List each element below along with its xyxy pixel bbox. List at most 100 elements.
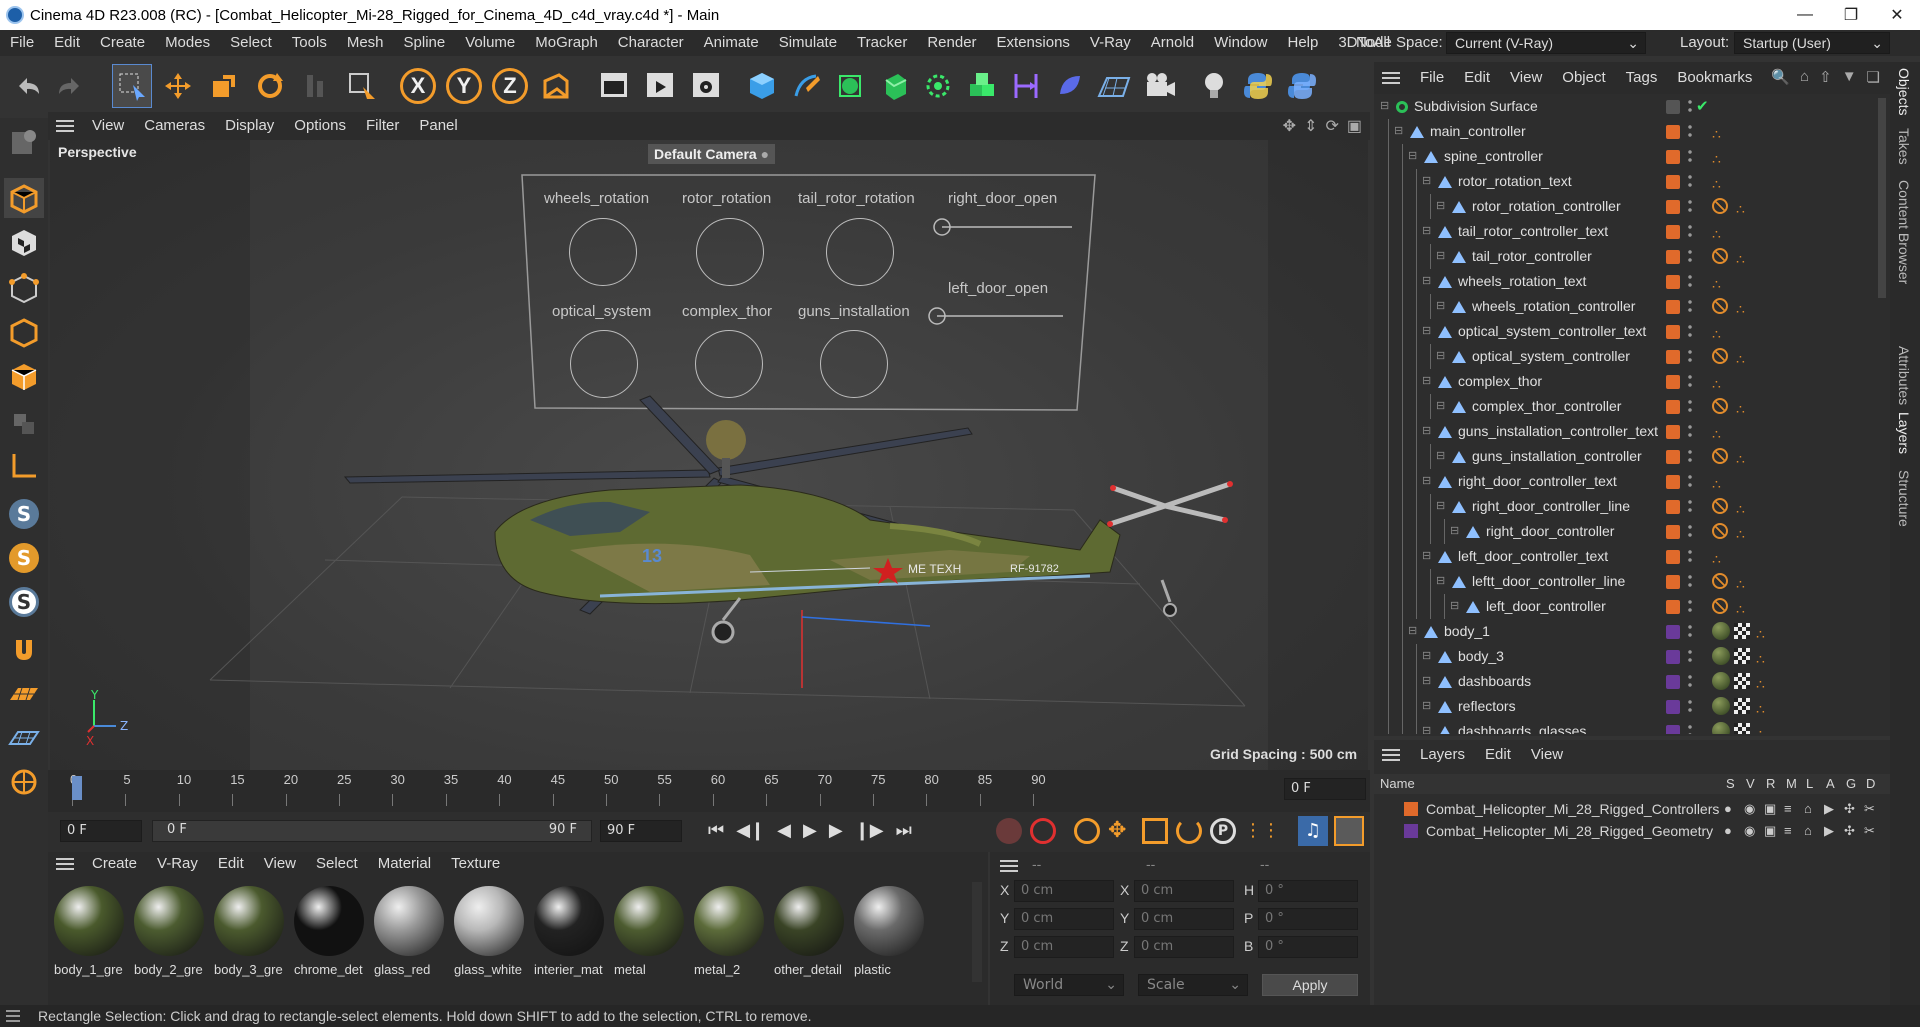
pen-spline-icon[interactable]: [786, 64, 826, 108]
make-editable-icon[interactable]: [4, 122, 44, 162]
object-row[interactable]: ⊟ rotor_rotation_controller ∴: [1374, 194, 1874, 219]
layer-color-swatch[interactable]: [1666, 375, 1680, 389]
render-icon[interactable]: ▣: [1764, 798, 1776, 820]
protection-tag-icon[interactable]: [1712, 198, 1728, 214]
expand-toggle-icon[interactable]: ⊟: [1450, 519, 1459, 544]
layer-menu-edit[interactable]: Edit: [1475, 740, 1521, 770]
transform-disabled-icon[interactable]: [296, 64, 336, 108]
viewport-menu-view[interactable]: View: [82, 112, 134, 140]
visibility-dots-icon[interactable]: [1688, 548, 1692, 564]
visibility-dots-icon[interactable]: [1688, 123, 1692, 139]
expand-toggle-icon[interactable]: ⊟: [1422, 269, 1431, 294]
material-swatch[interactable]: glass_white: [454, 884, 526, 980]
menu-modes[interactable]: Modes: [155, 30, 220, 56]
object-scrollbar[interactable]: [1878, 98, 1886, 298]
visibility-dots-icon[interactable]: [1688, 248, 1692, 264]
material-swatch[interactable]: interier_mat: [534, 884, 606, 980]
uvw-tag-icon[interactable]: [1734, 623, 1750, 639]
visibility-dots-icon[interactable]: [1688, 173, 1692, 189]
coordinate-system-icon[interactable]: [536, 64, 576, 108]
subdivision-surface-icon[interactable]: [830, 64, 870, 108]
layer-color-swatch[interactable]: [1666, 175, 1680, 189]
object-row[interactable]: ⊟ reflectors ∴: [1374, 694, 1874, 719]
snap-toggle-icon[interactable]: S: [4, 494, 44, 534]
material-tag-icon[interactable]: [1712, 722, 1730, 734]
material-swatch[interactable]: body_2_gre: [134, 884, 206, 980]
workplane-icon[interactable]: [4, 674, 44, 714]
menu-file[interactable]: File: [0, 30, 44, 56]
previous-key-icon[interactable]: ◀❙: [736, 820, 765, 841]
uvw-tag-icon[interactable]: [1734, 673, 1750, 689]
layer-color-swatch[interactable]: [1666, 700, 1680, 714]
visibility-dots-icon[interactable]: [1688, 223, 1692, 239]
snap-settings-icon[interactable]: S: [4, 538, 44, 578]
render-icon[interactable]: ▣: [1764, 820, 1776, 842]
side-tab-layers[interactable]: Layers: [1896, 412, 1912, 454]
edges-mode-icon[interactable]: [4, 312, 44, 352]
layer-color-swatch[interactable]: [1666, 725, 1680, 734]
constraint-tag-icon[interactable]: ∴: [1756, 722, 1765, 734]
expand-toggle-icon[interactable]: ⊟: [1436, 294, 1445, 319]
protection-tag-icon[interactable]: [1712, 398, 1728, 414]
solo-icon[interactable]: ●: [1724, 820, 1732, 842]
filter-icon[interactable]: ▼: [1842, 68, 1857, 86]
rotation-field[interactable]: 0 °: [1258, 908, 1358, 930]
layer-color-swatch[interactable]: [1666, 400, 1680, 414]
timeline-ruler[interactable]: 051015202530354045505560657075808590 0 F: [48, 770, 1370, 812]
visibility-dots-icon[interactable]: [1688, 623, 1692, 639]
expand-toggle-icon[interactable]: ⊟: [1436, 194, 1445, 219]
menu-help[interactable]: Help: [1277, 30, 1328, 56]
lock-icon[interactable]: ⌂: [1804, 820, 1812, 842]
object-row[interactable]: ⊟ optical_system_controller ∴: [1374, 344, 1874, 369]
menu-v-ray[interactable]: V-Ray: [1080, 30, 1141, 56]
expand-toggle-icon[interactable]: ⊟: [1422, 719, 1431, 734]
layer-color-swatch[interactable]: [1666, 575, 1680, 589]
menu-arnold[interactable]: Arnold: [1141, 30, 1204, 56]
object-row[interactable]: ⊟ tail_rotor_controller_text ∴: [1374, 219, 1874, 244]
expand-toggle-icon[interactable]: ⊟: [1422, 169, 1431, 194]
visibility-dots-icon[interactable]: [1688, 598, 1692, 614]
close-icon[interactable]: ✕: [1874, 0, 1920, 30]
play-icon[interactable]: ▶: [803, 820, 817, 841]
object-row[interactable]: ⊟ complex_thor ∴: [1374, 369, 1874, 394]
object-row[interactable]: ⊟ left_door_controller_text ∴: [1374, 544, 1874, 569]
animation-icon[interactable]: ▶: [1824, 820, 1834, 842]
material-swatch[interactable]: body_3_gre: [214, 884, 286, 980]
protection-tag-icon[interactable]: [1712, 448, 1728, 464]
menu-volume[interactable]: Volume: [455, 30, 525, 56]
menu-mesh[interactable]: Mesh: [337, 30, 394, 56]
python-icon[interactable]: [1238, 64, 1278, 108]
new-window-icon[interactable]: ❏: [1867, 68, 1880, 86]
layer-color-swatch[interactable]: [1666, 250, 1680, 264]
layer-color-swatch[interactable]: [1666, 275, 1680, 289]
protection-tag-icon[interactable]: [1712, 523, 1728, 539]
go-to-start-icon[interactable]: ⏮: [708, 820, 724, 841]
z-axis-lock-button[interactable]: Z: [490, 64, 530, 108]
maximize-view-icon[interactable]: ▣: [1347, 116, 1362, 136]
menu-mograph[interactable]: MoGraph: [525, 30, 608, 56]
key-rotation-icon[interactable]: [1176, 818, 1202, 844]
viewport-menu-cameras[interactable]: Cameras: [134, 112, 215, 140]
hamburger-icon[interactable]: [48, 120, 82, 132]
visibility-dots-icon[interactable]: [1688, 198, 1692, 214]
expand-toggle-icon[interactable]: ⊟: [1408, 619, 1417, 644]
expand-toggle-icon[interactable]: ⊟: [1422, 319, 1431, 344]
visibility-dots-icon[interactable]: [1688, 98, 1692, 114]
visible-icon[interactable]: ◉: [1744, 798, 1755, 820]
material-tag-icon[interactable]: [1712, 622, 1730, 640]
end-frame-field[interactable]: 90 F: [600, 820, 682, 842]
layer-color-swatch[interactable]: [1666, 450, 1680, 464]
object-row[interactable]: ⊟ tail_rotor_controller ∴: [1374, 244, 1874, 269]
position-field[interactable]: 0 cm: [1014, 936, 1114, 958]
layout-dropdown[interactable]: Startup (User) ⌄: [1734, 32, 1890, 54]
key-point-level-icon[interactable]: ⋮⋮: [1244, 818, 1280, 844]
visibility-dots-icon[interactable]: [1688, 673, 1692, 689]
animation-icon[interactable]: ▶: [1824, 798, 1834, 820]
current-frame-field[interactable]: 0 F: [1284, 778, 1366, 800]
menu-render[interactable]: Render: [917, 30, 986, 56]
layer-color-swatch[interactable]: [1666, 650, 1680, 664]
object-menu-edit[interactable]: Edit: [1454, 62, 1500, 94]
texture-mode-icon[interactable]: [4, 222, 44, 262]
menu-tools[interactable]: Tools: [282, 30, 337, 56]
deformers-icon[interactable]: ✂: [1864, 820, 1875, 842]
